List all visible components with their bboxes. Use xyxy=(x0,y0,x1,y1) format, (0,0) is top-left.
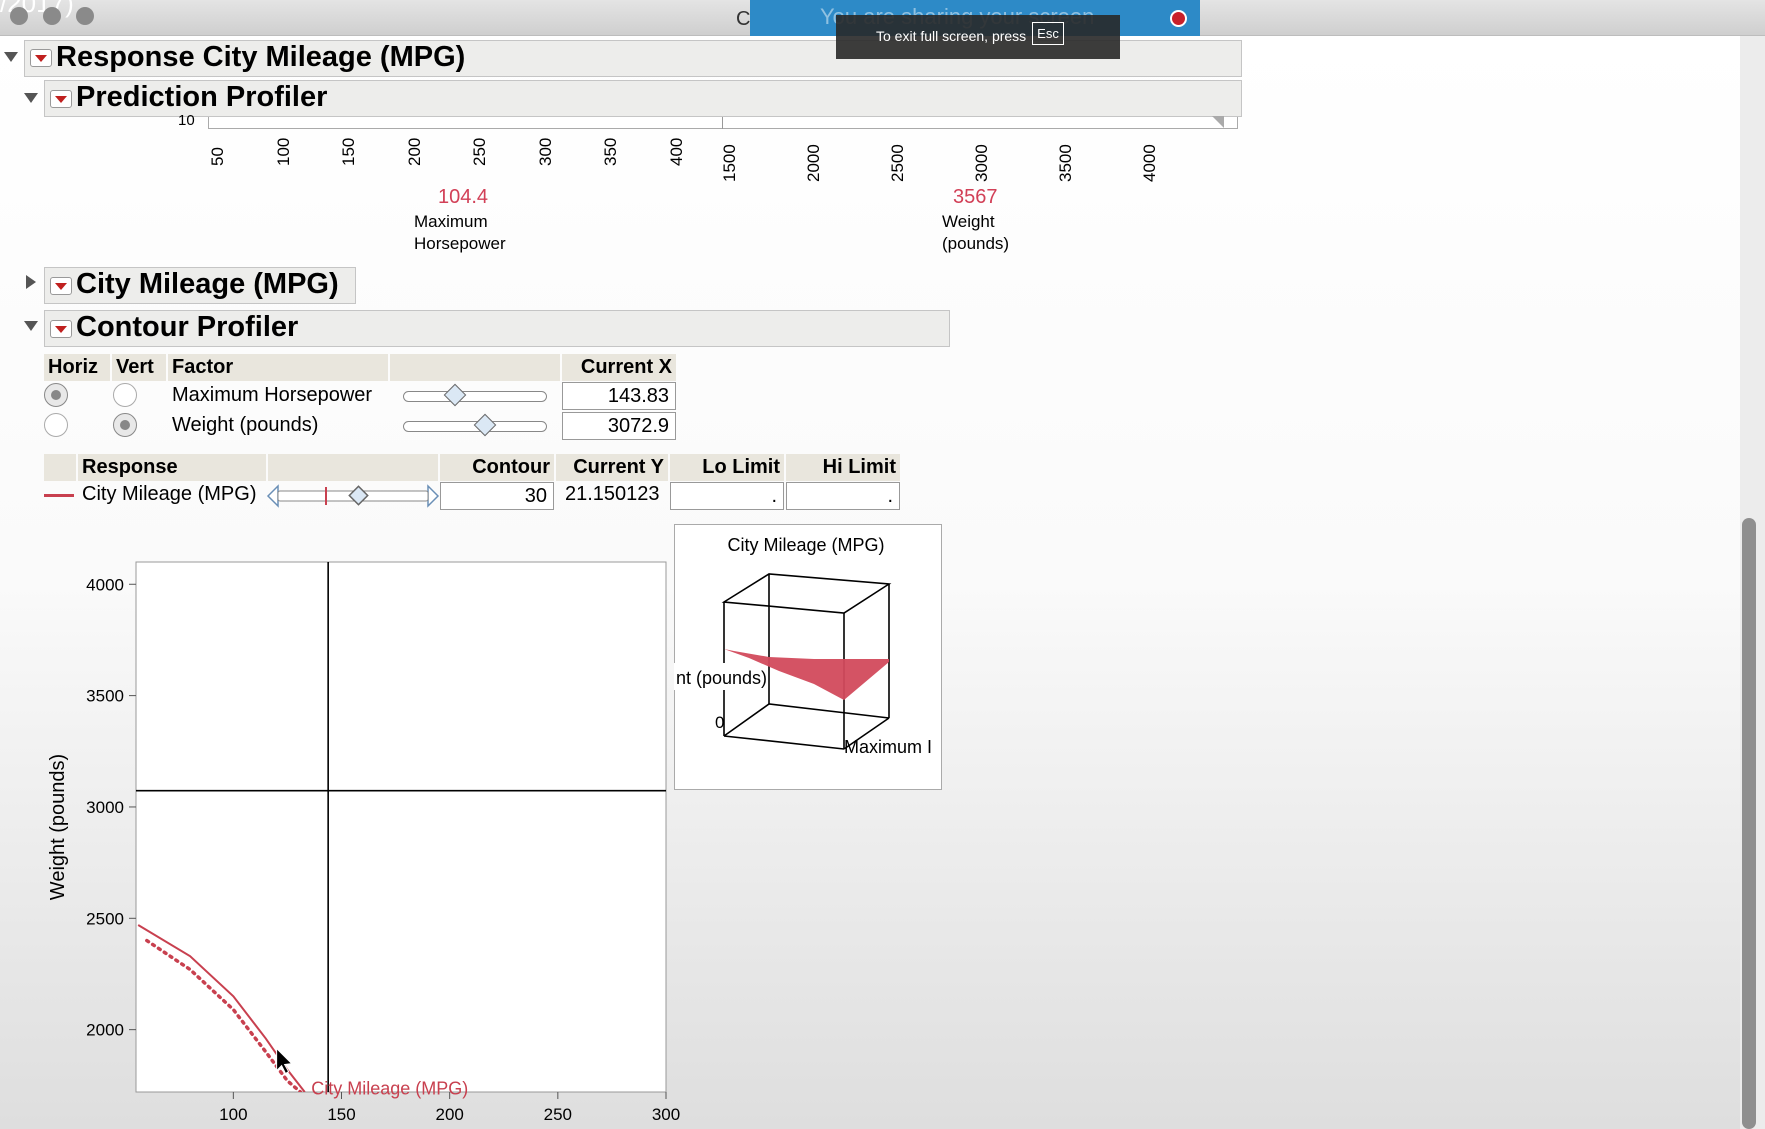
profiler-hp-tick: 350 xyxy=(601,137,620,166)
minimize-window-icon[interactable] xyxy=(43,7,61,25)
header-factor: Factor xyxy=(168,354,388,381)
horiz-radio-weight[interactable] xyxy=(44,413,68,437)
report-content: Response City Mileage (MPG) Prediction P… xyxy=(0,36,1740,1129)
zoom-window-icon[interactable] xyxy=(76,7,94,25)
profiler-divider xyxy=(722,117,723,129)
x-tick-label: 150 xyxy=(327,1105,355,1124)
header-hi-limit: Hi Limit xyxy=(786,454,900,481)
fullscreen-toast: To exit full screen, press Esc xyxy=(836,15,1120,59)
horsepower-slider-track[interactable] xyxy=(403,391,547,402)
header-horiz: Horiz xyxy=(44,354,110,381)
header-vert: Vert xyxy=(112,354,166,381)
x-tick-label: 100 xyxy=(219,1105,247,1124)
profiler-weight-tick: 3000 xyxy=(972,144,991,182)
response-name: City Mileage (MPG) xyxy=(82,483,257,505)
profiler-weight-tick: 1500 xyxy=(720,144,739,182)
vert-radio-weight[interactable] xyxy=(113,413,137,437)
profiler-hp-value[interactable]: 104.4 xyxy=(438,186,488,209)
stop-sharing-icon[interactable] xyxy=(1170,10,1187,27)
horiz-radio-horsepower[interactable] xyxy=(44,383,68,407)
prediction-profiler-title: Prediction Profiler xyxy=(76,81,328,113)
profiler-hp-tick: 150 xyxy=(339,137,358,166)
profiler-hp-label-line1: Maximum xyxy=(414,212,488,231)
surface-plot-bottom-label: Maximum I xyxy=(844,737,932,757)
city-mileage-menu-icon[interactable] xyxy=(50,277,72,295)
surface-plot-title: City Mileage (MPG) xyxy=(727,535,884,555)
city-mileage-title: City Mileage (MPG) xyxy=(76,268,339,300)
contour-value-input[interactable]: 30 xyxy=(440,482,554,510)
profiler-hp-tick: 200 xyxy=(404,137,424,166)
collapse-prediction-profiler-icon[interactable] xyxy=(24,93,38,103)
close-window-icon[interactable] xyxy=(10,7,28,25)
header-lo-limit: Lo Limit xyxy=(670,454,784,481)
surface-plot-side-label: nt (pounds) xyxy=(676,668,767,688)
collapse-response-icon[interactable] xyxy=(4,52,18,62)
profiler-top-tick: 10 xyxy=(178,112,195,129)
profiler-weight-tick: 4000 xyxy=(1140,144,1159,182)
profiler-hp-tick: 100 xyxy=(273,137,293,166)
header-contour: Contour xyxy=(440,454,554,481)
horsepower-current-x-input[interactable]: 143.83 xyxy=(562,382,676,410)
header-response: Response xyxy=(78,454,266,481)
header-current-x: Current X xyxy=(562,354,676,381)
prediction-profiler-menu-icon[interactable] xyxy=(50,90,72,108)
profiler-weight-tick: 2500 xyxy=(888,144,907,182)
y-tick-label: 4000 xyxy=(86,575,124,594)
profiler-hp-tick: 250 xyxy=(470,137,489,166)
profiler-weight-tick: 2000 xyxy=(804,144,823,182)
profiler-weight-value[interactable]: 3567 xyxy=(953,186,998,209)
y-axis-label: Weight (pounds) xyxy=(47,754,69,900)
contour-plot[interactable]: 10015020025030020002500300035004000Maxim… xyxy=(40,522,680,1129)
vert-radio-horsepower[interactable] xyxy=(113,383,137,407)
profiler-plot-bottom xyxy=(208,117,1238,129)
header-contour-slider xyxy=(268,454,438,481)
profiler-weight-tick: 3500 xyxy=(1056,144,1075,182)
y-tick-label: 2000 xyxy=(86,1021,124,1040)
weight-current-x-input[interactable]: 3072.9 xyxy=(562,412,676,440)
contour-slider[interactable] xyxy=(266,481,442,511)
contour-profiler-title: Contour Profiler xyxy=(76,311,299,343)
contour-profiler-menu-icon[interactable] xyxy=(50,320,72,338)
profiler-resize-icon[interactable] xyxy=(1212,116,1224,128)
current-y-value: 21.150123 xyxy=(565,483,660,505)
profiler-weight-label-line1: Weight xyxy=(942,212,995,231)
vertical-scrollbar[interactable] xyxy=(1742,518,1756,1129)
profiler-hp-tick: 50 xyxy=(208,147,227,166)
x-tick-label: 200 xyxy=(435,1105,463,1124)
response-color-swatch xyxy=(44,494,74,497)
profiler-hp-tick: 400 xyxy=(666,137,686,166)
response-menu-icon[interactable] xyxy=(30,49,52,67)
y-tick-label: 2500 xyxy=(86,909,124,928)
lo-limit-input[interactable]: . xyxy=(670,482,784,510)
hi-limit-input[interactable]: . xyxy=(786,482,900,510)
y-tick-label: 3500 xyxy=(86,687,124,706)
header-response-swatch xyxy=(44,454,76,481)
response-title: Response City Mileage (MPG) xyxy=(56,41,466,73)
x-tick-label: 250 xyxy=(544,1105,572,1124)
toast-text: To exit full screen, press xyxy=(876,28,1027,44)
profiler-hp-tick: 300 xyxy=(535,137,555,166)
collapse-contour-profiler-icon[interactable] xyxy=(24,321,38,331)
contour-plot-area[interactable] xyxy=(135,561,667,1093)
factor-name-weight: Weight (pounds) xyxy=(172,414,319,436)
header-slider xyxy=(390,354,560,381)
factor-name-horsepower: Maximum Horsepower xyxy=(172,384,373,406)
header-current-y: Current Y xyxy=(556,454,668,481)
surface-plot[interactable]: City Mileage (MPG) nt (pounds) 0 Maximum… xyxy=(674,524,942,790)
esc-key-badge: Esc xyxy=(1032,22,1064,45)
horsepower-slider-handle[interactable] xyxy=(443,383,467,407)
surface-plot-zero-label: 0 xyxy=(715,713,724,732)
x-tick-label: 300 xyxy=(652,1105,680,1124)
contour-line-label: City Mileage (MPG) xyxy=(311,1079,468,1099)
weight-slider-handle[interactable] xyxy=(473,413,497,437)
profiler-weight-label-line2: (pounds) xyxy=(942,234,1010,253)
expand-city-mileage-icon[interactable] xyxy=(26,275,36,289)
profiler-hp-label-line2: Horsepower xyxy=(414,234,506,253)
y-tick-label: 3000 xyxy=(86,798,124,817)
